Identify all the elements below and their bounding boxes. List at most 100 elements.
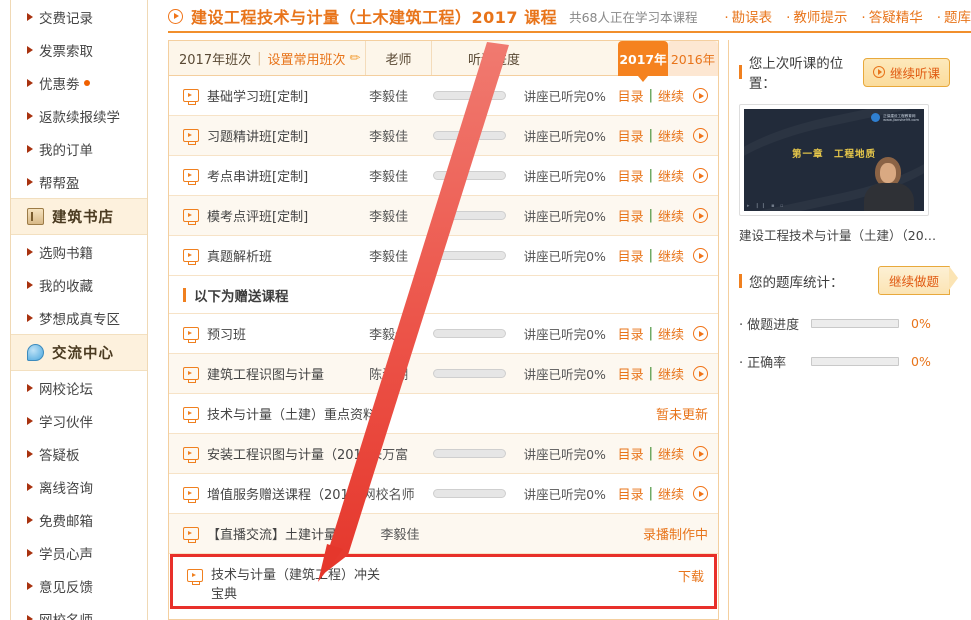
play-circle-icon[interactable] bbox=[693, 208, 708, 223]
continue-link[interactable]: 继续 bbox=[658, 484, 684, 503]
continue-link[interactable]: 继续 bbox=[658, 364, 684, 383]
play-circle-icon[interactable] bbox=[693, 128, 708, 143]
progress-text: 讲座已听完0% bbox=[523, 249, 606, 264]
row-actions: 下载 bbox=[631, 566, 714, 585]
continue-link[interactable]: 继续 bbox=[658, 324, 684, 343]
set-common-classes-link[interactable]: 设置常用班次 bbox=[267, 49, 345, 68]
table-row[interactable]: 真题解析班 李毅佳 讲座已听完0% 目录 | 继续 bbox=[169, 236, 718, 276]
sidebar-item-invoice[interactable]: 发票索取 bbox=[11, 33, 147, 66]
action-divider: | bbox=[648, 208, 653, 223]
table-row[interactable]: 习题精讲班[定制] 李毅佳 讲座已听完0% 目录 | 继续 bbox=[169, 116, 718, 156]
sidebar-item-my-orders[interactable]: 我的订单 bbox=[11, 132, 147, 165]
table-row[interactable]: 安装工程识图与计量（2017 朱万富 讲座已听完0% 目录 | 继续 bbox=[169, 434, 718, 474]
sidebar-item-dream-zone[interactable]: 梦想成真专区 bbox=[11, 301, 147, 334]
sidebar-item-payment-records[interactable]: 交费记录 bbox=[11, 0, 147, 33]
sidebar-item-student-voice[interactable]: 学员心声 bbox=[11, 536, 147, 569]
catalog-link[interactable]: 目录 bbox=[618, 444, 644, 463]
sidebar-item-feedback[interactable]: 意见反馈 bbox=[11, 569, 147, 602]
table-row[interactable]: 建筑工程识图与计量 陈江潮 讲座已听完0% 目录 | 继续 bbox=[169, 354, 718, 394]
continue-link[interactable]: 继续 bbox=[658, 166, 684, 185]
continue-listening-label: 继续听课 bbox=[889, 65, 940, 81]
learner-count: 共68人正在学习本课程 bbox=[569, 9, 698, 25]
play-circle-icon[interactable] bbox=[693, 446, 708, 461]
header-divider bbox=[168, 31, 971, 33]
sidebar-item-label: 离线咨询 bbox=[39, 480, 93, 497]
catalog-link[interactable]: 目录 bbox=[618, 126, 644, 145]
progress-bar-cell bbox=[418, 131, 519, 140]
link-qa-highlights[interactable]: 答疑精华 bbox=[861, 6, 923, 26]
continue-link[interactable]: 继续 bbox=[658, 444, 684, 463]
continue-link[interactable]: 继续 bbox=[658, 126, 684, 145]
continue-link[interactable]: 继续 bbox=[658, 246, 684, 265]
lecturer-figure bbox=[862, 153, 916, 211]
catalog-link[interactable]: 目录 bbox=[618, 484, 644, 503]
screen-icon bbox=[183, 129, 199, 145]
catalog-link[interactable]: 目录 bbox=[618, 246, 644, 265]
sidebar-item-qa-board[interactable]: 答疑板 bbox=[11, 437, 147, 470]
play-circle-icon[interactable] bbox=[693, 88, 708, 103]
sidebar-group-bookstore[interactable]: 建筑书店 bbox=[11, 198, 147, 235]
bullet-arrow-icon bbox=[27, 177, 33, 186]
link-teacher-tips[interactable]: 教师提示 bbox=[786, 6, 847, 26]
continue-quiz-button[interactable]: 继续做题 bbox=[877, 266, 959, 295]
logo-text: 正保建设工程教育网 www.jianshe99.com bbox=[883, 114, 919, 122]
table-row[interactable]: 【直播交流】土建计量 李毅佳 录播制作中 bbox=[169, 514, 718, 554]
row-actions: 录播制作中 bbox=[643, 524, 718, 543]
play-circle-icon[interactable] bbox=[693, 168, 708, 183]
table-row[interactable]: 基础学习班[定制] 李毅佳 讲座已听完0% 目录 | 继续 bbox=[169, 76, 718, 116]
table-row[interactable]: 预习班 李毅佳 讲座已听完0% 目录 | 继续 bbox=[169, 314, 718, 354]
sidebar-item-label: 交费记录 bbox=[39, 10, 93, 27]
action-divider: | bbox=[648, 486, 653, 501]
continue-link[interactable]: 继续 bbox=[658, 86, 684, 105]
course-name: 建筑工程识图与计量 bbox=[207, 368, 325, 383]
sidebar-item-label: 返款续报续学 bbox=[39, 109, 120, 126]
teacher-name: 李毅佳 bbox=[380, 528, 420, 543]
course-table-panel: 2017年班次 | 设置常用班次 ✏ 老师 听课进度 2017年 2016年 基… bbox=[168, 40, 719, 620]
continue-link[interactable]: 继续 bbox=[658, 206, 684, 225]
play-circle-icon bbox=[872, 66, 885, 78]
catalog-link[interactable]: 目录 bbox=[618, 86, 644, 105]
sidebar-item-coupon[interactable]: 优惠劵 bbox=[11, 66, 147, 99]
sidebar-item-buy-books[interactable]: 选购书籍 bbox=[11, 235, 147, 268]
progress-text: 讲座已听完0% bbox=[523, 327, 606, 342]
play-circle-icon[interactable] bbox=[693, 486, 708, 501]
sidebar-item-offline-consult[interactable]: 离线咨询 bbox=[11, 470, 147, 503]
stat-label: 正确率 bbox=[739, 352, 811, 371]
sidebar-item-forum[interactable]: 网校论坛 bbox=[11, 371, 147, 404]
pencil-icon[interactable]: ✏ bbox=[350, 51, 361, 66]
sidebar-item-favorites[interactable]: 我的收藏 bbox=[11, 268, 147, 301]
table-row[interactable]: 模考点评班[定制] 李毅佳 讲座已听完0% 目录 | 继续 bbox=[169, 196, 718, 236]
sidebar-item-label: 网校论坛 bbox=[39, 381, 93, 398]
catalog-link[interactable]: 目录 bbox=[618, 166, 644, 185]
tab-2017[interactable]: 2017年 bbox=[618, 41, 668, 82]
table-row[interactable]: 增值服务赠送课程（2017 网校名师 讲座已听完0% 目录 | 继续 bbox=[169, 474, 718, 514]
play-circle-icon[interactable] bbox=[693, 366, 708, 381]
bullet-arrow-icon bbox=[27, 449, 33, 458]
catalog-link[interactable]: 目录 bbox=[618, 324, 644, 343]
table-header-progress: 听课进度 bbox=[467, 52, 520, 68]
video-thumbnail-wrapper[interactable]: 正保建设工程教育网 www.jianshe99.com 第一章 工程地质 ▸ ❙… bbox=[739, 104, 929, 216]
play-circle-icon[interactable] bbox=[693, 248, 708, 263]
sidebar-item-bangbangying[interactable]: 帮帮盈 bbox=[11, 165, 147, 198]
course-name-line1: 技术与计量（建筑工程）冲关 bbox=[211, 568, 381, 583]
table-row[interactable]: 技术与计量（土建）重点资料 暂未更新 bbox=[169, 394, 718, 434]
video-thumbnail[interactable]: 正保建设工程教育网 www.jianshe99.com 第一章 工程地质 ▸ ❙… bbox=[744, 109, 924, 211]
sidebar-group-exchange[interactable]: 交流中心 bbox=[11, 334, 147, 371]
sidebar-item-study-partner[interactable]: 学习伙伴 bbox=[11, 404, 147, 437]
table-header-classes: 2017年班次 | 设置常用班次 ✏ bbox=[169, 41, 366, 75]
continue-listening-button[interactable]: 继续听课 bbox=[862, 57, 950, 87]
tab-2016[interactable]: 2016年 bbox=[668, 41, 718, 76]
link-errata[interactable]: 勘误表 bbox=[724, 6, 773, 26]
header-links: 勘误表 教师提示 答疑精华 题库 bbox=[710, 6, 971, 26]
sidebar-item-famous-teachers[interactable]: 网校名师 bbox=[11, 602, 147, 620]
catalog-link[interactable]: 目录 bbox=[618, 364, 644, 383]
play-circle-icon[interactable] bbox=[693, 326, 708, 341]
table-row[interactable]: 考点串讲班[定制] 李毅佳 讲座已听完0% 目录 | 继续 bbox=[169, 156, 718, 196]
download-link[interactable]: 下载 bbox=[678, 566, 704, 585]
link-question-bank[interactable]: 题库 bbox=[937, 6, 971, 26]
progress-bar-cell bbox=[418, 329, 519, 338]
table-row-highlighted[interactable]: 技术与计量（建筑工程）冲关 宝典 下载 bbox=[170, 554, 717, 609]
sidebar-item-refund-renew[interactable]: 返款续报续学 bbox=[11, 99, 147, 132]
sidebar-item-free-mailbox[interactable]: 免费邮箱 bbox=[11, 503, 147, 536]
catalog-link[interactable]: 目录 bbox=[618, 206, 644, 225]
